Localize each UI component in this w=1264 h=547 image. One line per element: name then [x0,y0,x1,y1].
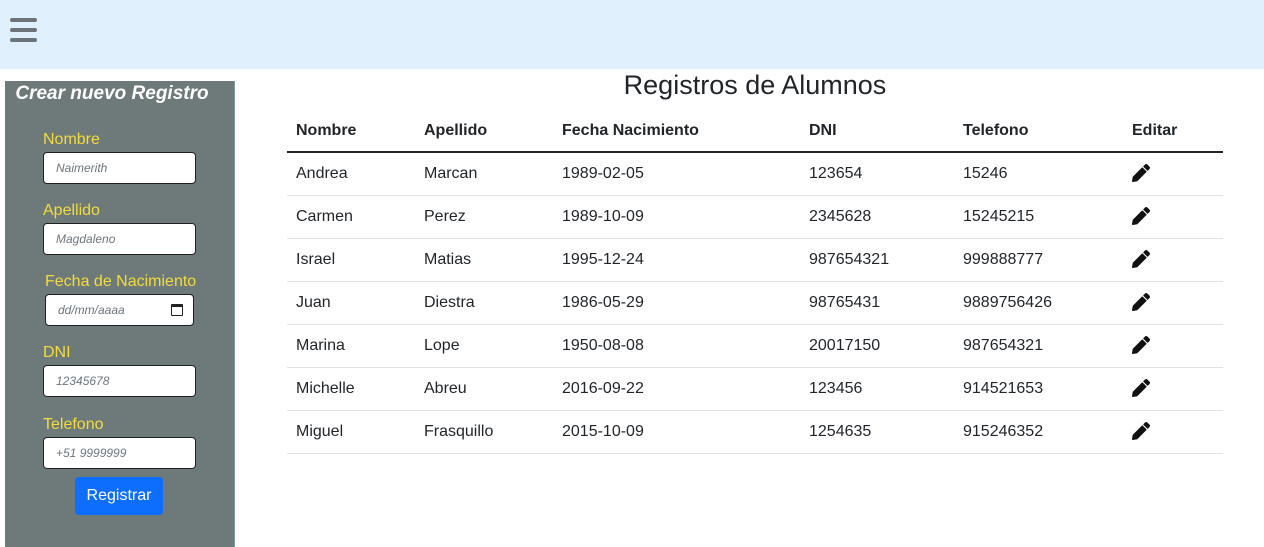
cell-fecha: 1995-12-24 [553,238,800,282]
cell-edit [1123,238,1223,282]
cell-apellido: Frasquillo [415,410,553,454]
hamburger-menu-icon[interactable] [10,16,38,44]
students-table: Nombre Apellido Fecha Nacimiento DNI Tel… [287,110,1223,454]
cell-apellido: Abreu [415,367,553,411]
column-header: Editar [1123,110,1223,153]
create-record-form: Crear nuevo Registro Nombre Naimerith Ap… [5,81,235,547]
menu-line [10,38,37,42]
cell-edit [1123,195,1223,239]
nombre-label: Nombre [43,131,100,148]
table-row: Andrea Marcan 1989-02-05 123654 15246 [287,152,1223,196]
telefono-label: Telefono [43,416,104,433]
cell-edit [1123,324,1223,368]
students-table-container: Nombre Apellido Fecha Nacimiento DNI Tel… [287,110,1223,454]
pencil-icon[interactable] [1132,422,1150,441]
cell-telefono: 987654321 [954,324,1123,368]
cell-dni: 20017150 [800,324,954,368]
fecha-input[interactable]: dd/mm/aaaa [45,294,194,326]
pencil-icon[interactable] [1132,336,1150,355]
calendar-icon[interactable] [171,304,183,316]
cell-telefono: 915246352 [954,410,1123,454]
table-row: Juan Diestra 1986-05-29 98765431 9889756426 [287,281,1223,325]
cell-telefono: 914521653 [954,367,1123,411]
column-header: Fecha Nacimiento [553,110,800,153]
cell-fecha: 1989-10-09 [553,195,800,239]
cell-dni: 2345628 [800,195,954,239]
cell-apellido: Marcan [415,152,553,196]
cell-fecha: 2015-10-09 [553,410,800,454]
column-header: DNI [800,110,954,153]
cell-edit [1123,281,1223,325]
cell-nombre: Israel [287,238,415,282]
pencil-icon[interactable] [1132,250,1150,269]
fecha-label: Fecha de Nacimiento [45,273,197,290]
form-title: Crear nuevo Registro [15,83,209,104]
cell-fecha: 1950-08-08 [553,324,800,368]
table-row: Marina Lope 1950-08-08 20017150 987654321 [287,324,1223,368]
cell-apellido: Perez [415,195,553,239]
fecha-placeholder: dd/mm/aaaa [58,303,125,317]
cell-dni: 123456 [800,367,954,411]
table-row: Israel Matias 1995-12-24 987654321 999888777 [287,238,1223,282]
nombre-input[interactable]: Naimerith [43,152,196,184]
cell-telefono: 9889756426 [954,281,1123,325]
cell-apellido: Diestra [415,281,553,325]
cell-nombre: Marina [287,324,415,368]
cell-fecha: 1986-05-29 [553,281,800,325]
column-header: Apellido [415,110,553,153]
cell-nombre: Michelle [287,367,415,411]
cell-dni: 987654321 [800,238,954,282]
table-row: Michelle Abreu 2016-09-22 123456 914521653 [287,367,1223,411]
cell-telefono: 15245215 [954,195,1123,239]
menu-line [10,18,37,22]
cell-apellido: Lope [415,324,553,368]
pencil-icon[interactable] [1132,379,1150,398]
cell-fecha: 2016-09-22 [553,367,800,411]
pencil-icon[interactable] [1132,164,1150,183]
telefono-input[interactable]: +51 9999999 [43,437,196,469]
cell-dni: 98765431 [800,281,954,325]
pencil-icon[interactable] [1132,207,1150,226]
page-title: Registros de Alumnos [623,70,887,100]
top-navbar [0,0,1264,69]
apellido-input[interactable]: Magdaleno [43,223,196,255]
cell-fecha: 1989-02-05 [553,152,800,196]
register-button[interactable]: Registrar [75,477,163,515]
table-body: Andrea Marcan 1989-02-05 123654 15246 Carmen P… [287,152,1223,454]
dni-label: DNI [43,344,71,361]
cell-edit [1123,367,1223,411]
cell-nombre: Juan [287,281,415,325]
cell-nombre: Andrea [287,152,415,196]
cell-dni: 123654 [800,152,954,196]
cell-apellido: Matias [415,238,553,282]
table-row: Carmen Perez 1989-10-09 2345628 15245215 [287,195,1223,239]
cell-dni: 1254635 [800,410,954,454]
table-row: Miguel Frasquillo 2015-10-09 1254635 9152463… [287,410,1223,454]
column-header: Nombre [287,110,415,153]
cell-telefono: 999888777 [954,238,1123,282]
column-header: Telefono [954,110,1123,153]
table-header-row: Nombre Apellido Fecha Nacimiento DNI Tel… [287,110,1223,153]
menu-line [10,28,37,32]
cell-edit [1123,152,1223,196]
apellido-label: Apellido [43,202,100,219]
cell-nombre: Carmen [287,195,415,239]
cell-edit [1123,410,1223,454]
pencil-icon[interactable] [1132,293,1150,312]
dni-input[interactable]: 12345678 [43,365,196,397]
cell-nombre: Miguel [287,410,415,454]
cell-telefono: 15246 [954,152,1123,196]
